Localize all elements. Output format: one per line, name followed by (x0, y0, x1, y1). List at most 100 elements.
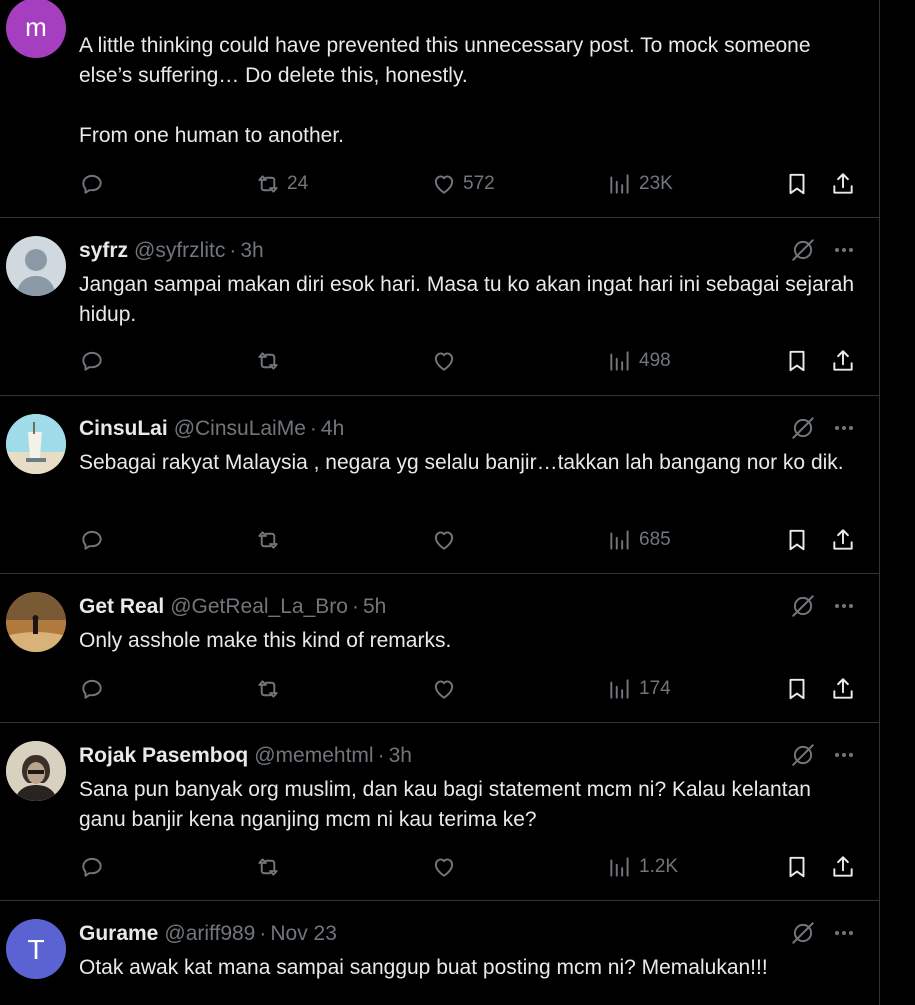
grok-icon[interactable] (790, 415, 816, 441)
reply-button[interactable] (79, 674, 105, 704)
like-button[interactable] (431, 674, 457, 704)
user-handle[interactable]: @GetReal_La_Bro (170, 595, 348, 619)
avatar[interactable]: m (6, 0, 66, 58)
views-chart-icon (610, 679, 629, 699)
timestamp[interactable]: 4h (321, 417, 344, 441)
retweet-button[interactable] (255, 674, 281, 704)
heart-icon (434, 680, 454, 699)
tweet-item[interactable]: T Gurame @ariff989 · Nov 23 Otak awak ka… (0, 901, 880, 1005)
avatar[interactable] (6, 592, 66, 652)
views-count: 498 (639, 350, 671, 371)
share-button[interactable] (830, 852, 856, 882)
grok-icon[interactable] (790, 742, 816, 768)
more-options-icon[interactable] (832, 743, 856, 767)
user-handle[interactable]: @syfrzlitc (134, 239, 225, 263)
bookmark-button[interactable] (784, 525, 810, 555)
like-button[interactable] (431, 525, 457, 555)
views-button[interactable]: 498 (607, 346, 671, 376)
tweet-top-icons (790, 592, 856, 620)
share-button[interactable] (830, 346, 856, 376)
retweet-button[interactable] (255, 525, 281, 555)
views-button[interactable]: 23K (607, 169, 673, 199)
retweet-icon (258, 175, 278, 193)
separator-dot: · (309, 417, 317, 440)
autumn-photo-avatar (6, 592, 66, 652)
retweet-icon (258, 352, 278, 370)
user-handle[interactable]: @ariff989 (164, 922, 255, 946)
display-name[interactable]: syfrz (79, 239, 128, 263)
share-button[interactable] (830, 674, 856, 704)
views-count: 174 (639, 678, 671, 699)
default-avatar-icon (16, 249, 56, 296)
user-handle[interactable]: @memehtml (254, 744, 373, 768)
column-divider (879, 0, 880, 1005)
views-chart-icon (610, 530, 629, 550)
tweet-text: Sana pun banyak org muslim, dan kau bagi… (79, 778, 817, 831)
heart-icon (434, 175, 454, 194)
tweet-header: CinsuLai @CinsuLaiMe · 4h (79, 417, 344, 443)
user-handle[interactable]: @CinsuLaiMe (174, 417, 306, 441)
tweet-item[interactable]: m A little thinking could have prevented… (0, 0, 880, 218)
bookmark-button[interactable] (784, 169, 810, 199)
like-button[interactable] (431, 852, 457, 882)
tweet-actions: 685 (79, 525, 859, 555)
share-icon (833, 350, 853, 371)
timestamp[interactable]: 5h (363, 595, 386, 619)
timestamp[interactable]: 3h (389, 744, 412, 768)
separator-dot: · (351, 595, 359, 618)
tweet-top-icons (790, 414, 856, 442)
bookmark-icon (789, 678, 805, 700)
retweet-button[interactable] (255, 852, 281, 882)
tweet-top-icons (790, 741, 856, 769)
share-icon (833, 173, 853, 194)
views-count: 23K (639, 173, 673, 194)
tweet-actions: 174 (79, 674, 859, 704)
tweet-text: Otak awak kat mana sampai sanggup buat p… (79, 956, 768, 979)
like-button[interactable] (431, 346, 457, 376)
timestamp[interactable]: Nov 23 (270, 922, 337, 946)
retweet-button[interactable]: 24 (255, 169, 308, 199)
display-name[interactable]: Rojak Pasemboq (79, 744, 248, 768)
heart-icon (434, 858, 454, 877)
tweet-item[interactable]: syfrz @syfrzlitc · 3h Jangan sampai maka… (0, 218, 880, 396)
share-button[interactable] (830, 169, 856, 199)
tweet-header: Get Real @GetReal_La_Bro · 5h (79, 595, 386, 621)
tweet-actions: 24 572 23K (79, 169, 859, 199)
tweet-header: syfrz @syfrzlitc · 3h (79, 239, 264, 265)
timeline-column: m A little thinking could have prevented… (0, 0, 880, 1005)
retweet-button[interactable] (255, 346, 281, 376)
views-button[interactable]: 174 (607, 674, 671, 704)
share-icon (833, 678, 853, 699)
reply-button[interactable] (79, 852, 105, 882)
avatar[interactable] (6, 414, 66, 474)
tweet-item[interactable]: Rojak Pasemboq @memehtml · 3h Sana pun b… (0, 723, 880, 901)
retweet-icon (258, 680, 278, 698)
timestamp[interactable]: 3h (240, 239, 263, 263)
more-options-icon[interactable] (832, 921, 856, 945)
grok-icon[interactable] (790, 237, 816, 263)
reply-button[interactable] (79, 525, 105, 555)
reply-button[interactable] (79, 346, 105, 376)
display-name[interactable]: CinsuLai (79, 417, 168, 441)
grok-icon[interactable] (790, 593, 816, 619)
avatar[interactable] (6, 741, 66, 801)
display-name[interactable]: Get Real (79, 595, 164, 619)
more-options-icon[interactable] (832, 416, 856, 440)
avatar[interactable]: T (6, 919, 66, 979)
share-button[interactable] (830, 525, 856, 555)
reply-button[interactable] (79, 169, 111, 199)
bookmark-button[interactable] (784, 346, 810, 376)
grok-icon[interactable] (790, 920, 816, 946)
like-button[interactable]: 572 (431, 169, 495, 199)
separator-dot: · (259, 922, 267, 945)
bookmark-button[interactable] (784, 674, 810, 704)
more-options-icon[interactable] (832, 594, 856, 618)
bookmark-button[interactable] (784, 852, 810, 882)
tweet-item[interactable]: CinsuLai @CinsuLaiMe · 4h Sebagai rakyat… (0, 396, 880, 574)
tweet-item[interactable]: Get Real @GetReal_La_Bro · 5h Only assho… (0, 574, 880, 723)
avatar[interactable] (6, 236, 66, 296)
more-options-icon[interactable] (832, 238, 856, 262)
display-name[interactable]: Gurame (79, 922, 158, 946)
views-button[interactable]: 1.2K (607, 852, 678, 882)
views-button[interactable]: 685 (607, 525, 671, 555)
